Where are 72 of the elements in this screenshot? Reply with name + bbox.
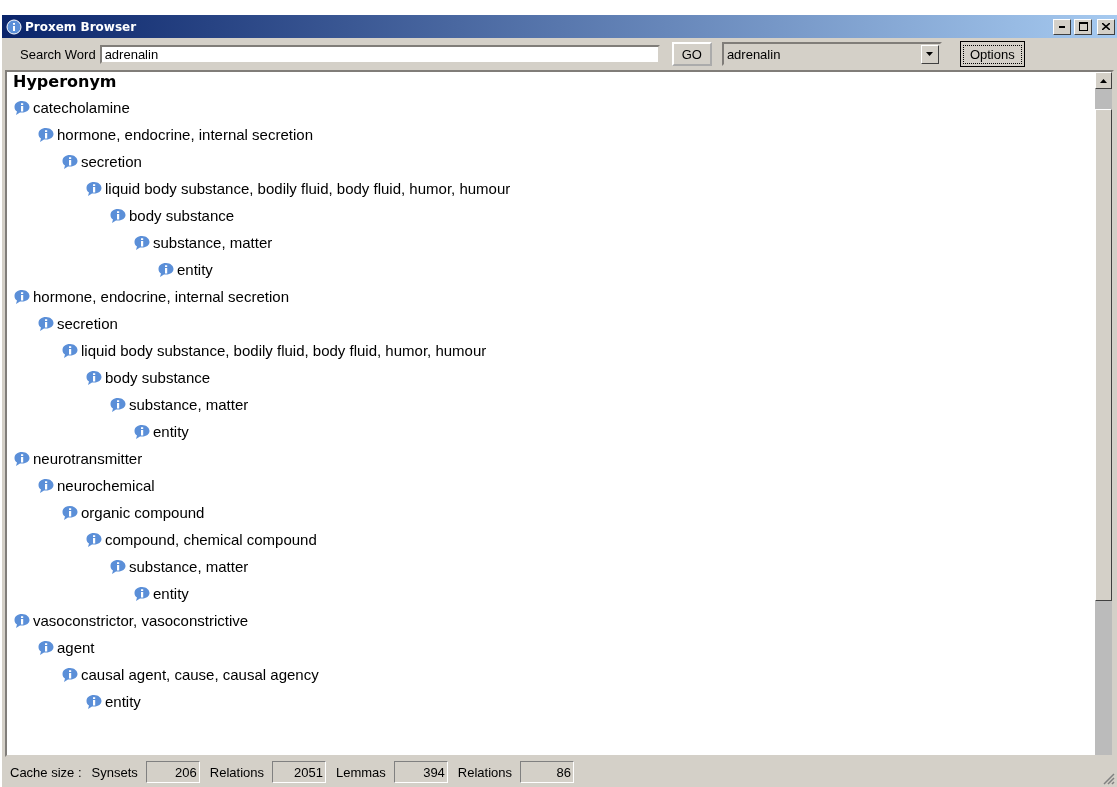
tree-item[interactable]: liquid body substance, bodily fluid, body fluid, humor, humour (81, 342, 487, 359)
tree-item[interactable]: entity (177, 261, 213, 278)
tree-item[interactable]: entity (153, 423, 189, 440)
tree-item[interactable]: substance, matter (153, 234, 273, 251)
info-icon (37, 315, 55, 332)
window-title: Proxem Browser (25, 19, 138, 34)
tree-item[interactable]: agent (57, 639, 95, 656)
app-icon (6, 18, 22, 35)
info-icon (61, 666, 79, 683)
minimize-icon (1059, 25, 1065, 28)
info-icon (13, 450, 31, 467)
tree-item[interactable]: catecholamine (33, 99, 130, 116)
info-icon (109, 558, 127, 575)
tree-item[interactable]: secretion (81, 153, 142, 170)
tree-item[interactable]: secretion (57, 315, 118, 332)
tree-item[interactable]: causal agent, cause, causal agency (81, 666, 319, 683)
info-icon (133, 585, 151, 602)
tree-item[interactable]: substance, matter (129, 396, 249, 413)
options-button[interactable]: Options (959, 41, 1025, 67)
tree-item[interactable]: hormone, endocrine, internal secretion (33, 288, 289, 305)
go-button[interactable]: GO (671, 42, 712, 66)
maximize-icon (1078, 22, 1088, 31)
tree-item[interactable]: compound, chemical compound (105, 531, 317, 548)
tree-item[interactable]: entity (105, 693, 141, 710)
info-icon (61, 504, 79, 521)
status-value: 394 (393, 761, 448, 783)
search-label: Search Word (20, 46, 96, 62)
info-icon (13, 288, 31, 305)
info-icon (85, 369, 103, 386)
status-label: Synsets (91, 764, 138, 780)
tree-item[interactable]: neurochemical (57, 477, 155, 494)
tree-item[interactable]: neurotransmitter (33, 450, 143, 467)
minimize-button[interactable] (1053, 18, 1071, 35)
status-value: 86 (520, 761, 575, 783)
section-heading: Hyperonym (13, 72, 118, 93)
tree-item[interactable]: body substance (129, 207, 235, 224)
info-icon (157, 261, 175, 278)
maximize-button[interactable] (1074, 18, 1092, 35)
tree-item[interactable]: entity (153, 585, 189, 602)
info-icon (85, 180, 103, 197)
close-icon (1102, 23, 1110, 30)
tree-item[interactable]: organic compound (81, 504, 205, 521)
status-value: 206 (145, 761, 200, 783)
word-dropdown[interactable]: adrenalin (721, 42, 942, 66)
tree-item[interactable]: liquid body substance, bodily fluid, body fluid, humor, humour (105, 180, 511, 197)
info-icon (13, 612, 31, 629)
status-value: 2051 (272, 761, 326, 783)
status-label: Relations (209, 764, 264, 780)
tree-item[interactable]: vasoconstrictor, vasoconstrictive (33, 612, 249, 629)
info-icon (109, 396, 127, 413)
status-label: Lemmas (336, 764, 386, 780)
info-icon (37, 639, 55, 656)
resize-grip-icon (1103, 773, 1115, 785)
tree-item[interactable]: hormone, endocrine, internal secretion (57, 126, 313, 143)
status-label: Relations (457, 764, 513, 780)
tree-item[interactable]: body substance (105, 369, 211, 386)
info-icon (85, 531, 103, 548)
info-icon (37, 477, 55, 494)
info-icon (61, 153, 79, 170)
search-field[interactable]: adrenalin (99, 44, 660, 64)
dropdown-arrow-icon (926, 52, 934, 56)
info-icon (37, 126, 55, 143)
info-icon (109, 207, 127, 224)
info-icon (133, 423, 151, 440)
info-icon (61, 342, 79, 359)
status-label: Cache size : (10, 764, 82, 780)
tree-item[interactable]: substance, matter (129, 558, 249, 575)
scroll-up-icon (1100, 78, 1107, 83)
info-icon (13, 99, 31, 116)
close-button[interactable] (1097, 18, 1115, 35)
info-icon (85, 693, 103, 710)
info-icon (133, 234, 151, 251)
